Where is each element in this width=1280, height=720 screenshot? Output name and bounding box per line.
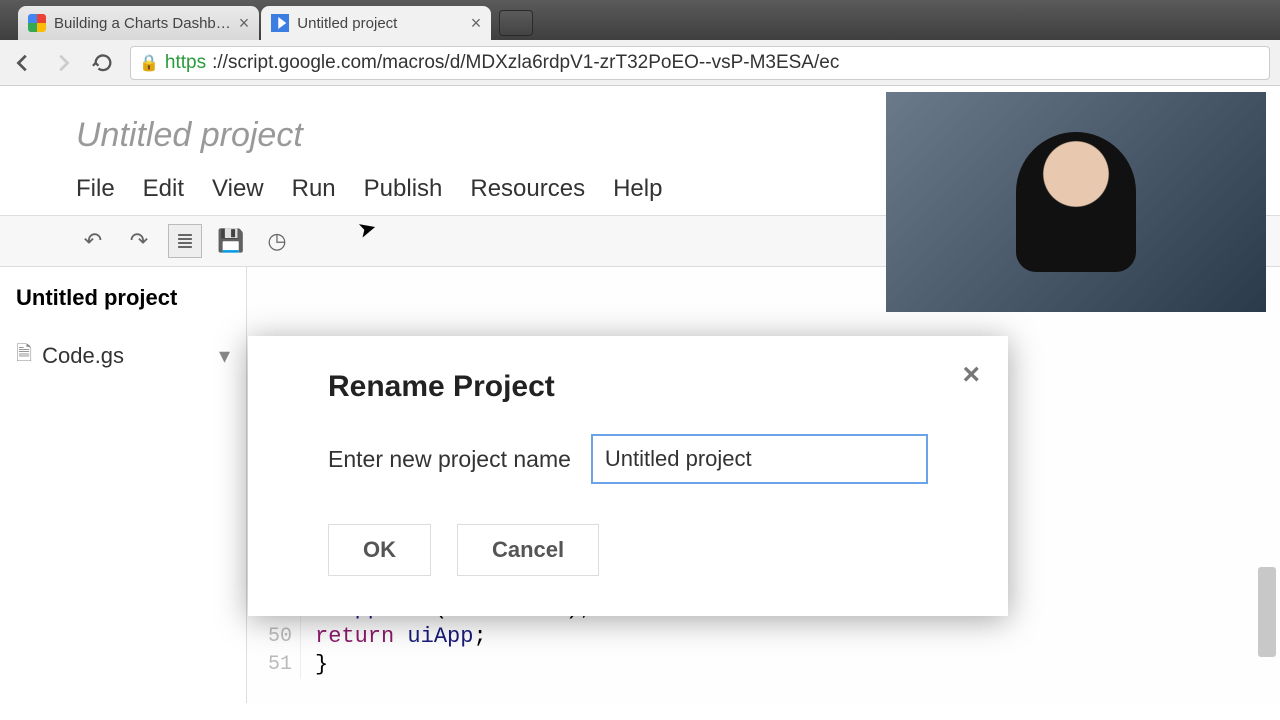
menu-resources[interactable]: Resources: [470, 175, 585, 203]
webcam-overlay: [886, 92, 1266, 312]
reload-button[interactable]: [90, 50, 116, 76]
menu-view[interactable]: View: [212, 175, 264, 203]
project-name-input[interactable]: [591, 434, 928, 484]
tab-title: Untitled project: [297, 15, 397, 32]
save-button[interactable]: 💾: [214, 224, 248, 258]
back-button[interactable]: [10, 50, 36, 76]
code-line: }: [315, 651, 1280, 679]
menu-edit[interactable]: Edit: [143, 175, 184, 203]
tab-title: Building a Charts Dashb…: [54, 15, 231, 32]
rename-project-dialog: × Rename Project Enter new project name …: [248, 336, 1008, 616]
undo-button[interactable]: ↶: [76, 224, 110, 258]
file-item[interactable]: 🗎 Code.gs ▾: [0, 329, 246, 383]
dialog-title: Rename Project: [328, 370, 928, 404]
new-tab-button[interactable]: [499, 10, 533, 36]
close-icon[interactable]: ×: [471, 13, 482, 34]
redo-button[interactable]: ↷: [122, 224, 156, 258]
ok-button[interactable]: OK: [328, 524, 431, 576]
browser-tab-active[interactable]: Untitled project ×: [261, 6, 491, 40]
close-icon[interactable]: ×: [962, 358, 980, 392]
menu-file[interactable]: File: [76, 175, 115, 203]
toolbar-row: 🔒 https ://script.google.com/macros/d/MDX…: [0, 40, 1280, 86]
sidebar-project-title[interactable]: Untitled project: [0, 267, 246, 329]
file-icon: 🗎: [16, 339, 32, 373]
presenter-figure: [1016, 132, 1136, 272]
favicon-google-icon: [28, 14, 46, 32]
vertical-scrollbar[interactable]: [1258, 567, 1276, 657]
menu-run[interactable]: Run: [292, 175, 336, 203]
chevron-down-icon[interactable]: ▾: [219, 343, 230, 369]
indent-button[interactable]: ≣: [168, 224, 202, 258]
url-scheme: https: [165, 52, 206, 74]
lock-icon: 🔒: [139, 53, 159, 73]
favicon-appsscript-icon: [271, 14, 289, 32]
code-line: return uiApp;: [315, 623, 1280, 651]
cancel-button[interactable]: Cancel: [457, 524, 599, 576]
clock-icon[interactable]: ◷: [260, 224, 294, 258]
dialog-label: Enter new project name: [328, 446, 571, 473]
tab-strip: Building a Charts Dashb… × Untitled proj…: [0, 0, 1280, 40]
file-name: Code.gs: [42, 343, 124, 369]
forward-button[interactable]: [50, 50, 76, 76]
menu-help[interactable]: Help: [613, 175, 662, 203]
browser-tab[interactable]: Building a Charts Dashb… ×: [18, 6, 259, 40]
url-rest: ://script.google.com/macros/d/MDXzla6rdp…: [212, 52, 839, 74]
close-icon[interactable]: ×: [239, 13, 250, 34]
menu-publish[interactable]: Publish: [364, 175, 443, 203]
sidebar: Untitled project 🗎 Code.gs ▾: [0, 267, 247, 703]
page-content: Untitled project File Edit View Run Publ…: [0, 86, 1280, 720]
address-bar[interactable]: 🔒 https ://script.google.com/macros/d/MDX…: [130, 46, 1270, 80]
